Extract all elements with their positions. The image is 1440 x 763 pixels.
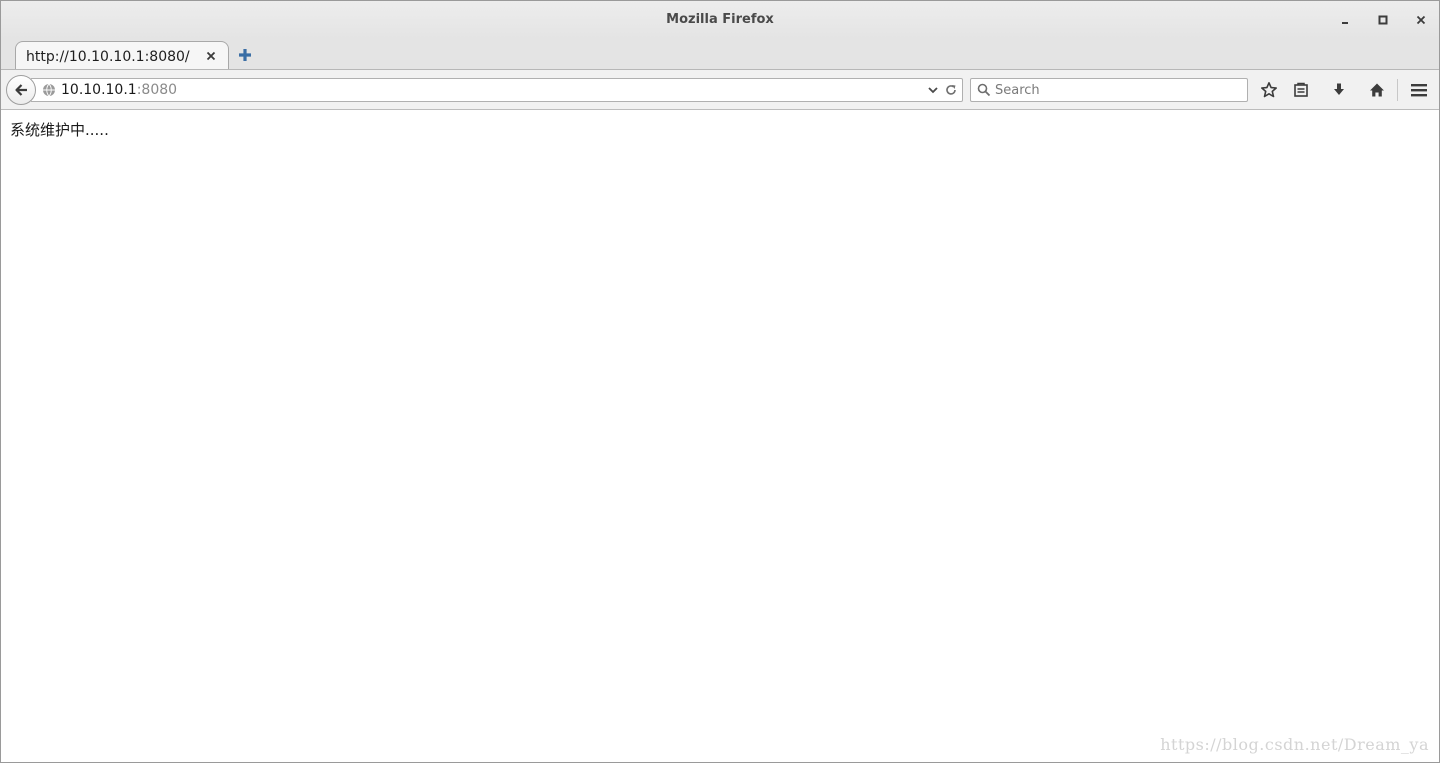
home-button[interactable] — [1367, 80, 1387, 100]
search-icon — [977, 83, 991, 97]
tab-label: http://10.10.10.1:8080/ — [26, 49, 190, 65]
hamburger-menu-icon — [1411, 84, 1427, 97]
minimize-button[interactable] — [1335, 10, 1355, 30]
bookmark-button[interactable] — [1259, 80, 1279, 100]
download-icon — [1334, 83, 1344, 95]
minimize-icon — [1342, 22, 1348, 24]
navigation-toolbar: 10.10.10.1:8080 — [1, 69, 1439, 110]
tab-close-icon[interactable] — [204, 49, 218, 63]
search-input[interactable] — [995, 80, 1243, 100]
url-text[interactable]: 10.10.10.1:8080 — [61, 82, 177, 98]
download-button[interactable] — [1329, 80, 1349, 100]
new-tab-plus-icon[interactable] — [237, 47, 253, 63]
tab-strip: http://10.10.10.1:8080/ — [1, 39, 1439, 70]
search-bar[interactable] — [970, 78, 1248, 102]
title-bar[interactable]: Mozilla Firefox — [1, 1, 1439, 39]
url-bar[interactable]: 10.10.10.1:8080 — [31, 78, 963, 102]
page-content: 系统维护中..... https://blog.csdn.net/Dream_y… — [1, 110, 1439, 762]
toolbar-separator — [1397, 79, 1398, 101]
close-icon — [1416, 15, 1426, 25]
reading-list-icon — [1294, 82, 1308, 97]
url-port: :8080 — [136, 82, 178, 98]
globe-icon[interactable] — [42, 83, 56, 97]
reading-list-button[interactable] — [1291, 80, 1311, 100]
watermark-text: https://blog.csdn.net/Dream_ya — [1160, 735, 1429, 754]
dropdown-icon[interactable] — [927, 84, 939, 96]
back-arrow-icon — [15, 84, 27, 96]
home-icon — [1370, 83, 1384, 97]
back-button[interactable] — [6, 75, 36, 105]
url-host: 10.10.10.1 — [61, 82, 137, 98]
window-close-button[interactable] — [1411, 10, 1431, 30]
browser-window: Mozilla Firefox http://10.10.10.1:8080/ … — [0, 0, 1440, 763]
open-menu-button[interactable] — [1409, 80, 1429, 100]
reload-icon[interactable] — [944, 83, 958, 97]
tab-active[interactable]: http://10.10.10.1:8080/ — [15, 41, 229, 70]
maximize-icon — [1378, 15, 1388, 25]
bookmark-star-icon — [1261, 82, 1277, 98]
window-title: Mozilla Firefox — [666, 12, 774, 27]
maximize-button[interactable] — [1373, 10, 1393, 30]
maintenance-message: 系统维护中..... — [10, 121, 109, 139]
